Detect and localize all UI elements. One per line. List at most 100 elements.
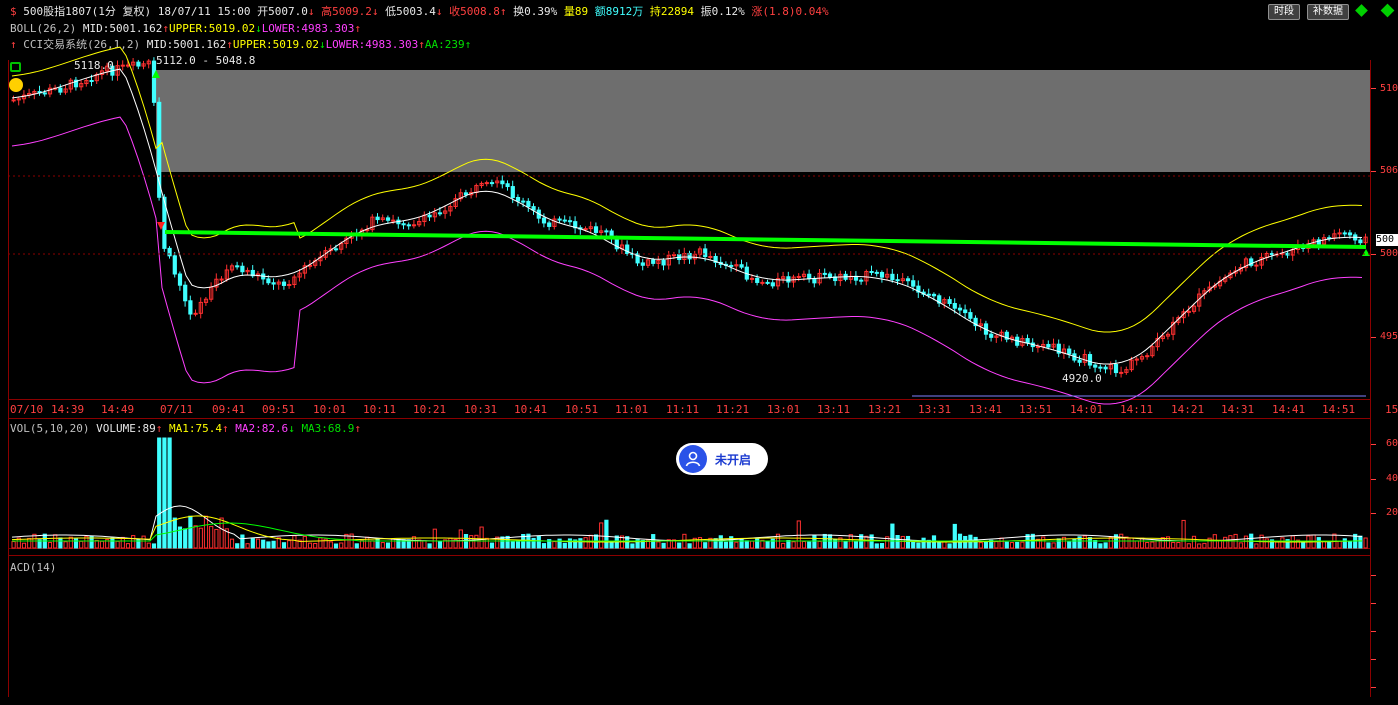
volume-bar (11, 541, 16, 549)
price-tick (1371, 171, 1376, 172)
candle (1035, 346, 1041, 349)
candle (281, 281, 287, 286)
candle (963, 309, 968, 314)
volume-ma1: MA1:75.4 (168, 422, 222, 435)
volume-bar (1134, 540, 1139, 549)
volume-bar (339, 542, 344, 549)
candle (1358, 239, 1363, 244)
volume-bar (895, 535, 900, 549)
candle (177, 273, 183, 286)
candle (1077, 359, 1082, 363)
current-price-marker: 500 (1376, 234, 1398, 246)
candle (926, 293, 931, 296)
volume-bar (47, 541, 53, 549)
volume-bar (1191, 535, 1197, 549)
candle (760, 281, 765, 284)
volume-bar (916, 542, 921, 549)
volume-bar (796, 520, 801, 549)
volume-bar (292, 535, 297, 549)
volume-bar (1228, 535, 1233, 549)
volume-bar (1347, 540, 1353, 549)
price-tick (1371, 254, 1376, 255)
candle (1103, 366, 1108, 370)
volume-bar (952, 523, 957, 549)
volume-bar (500, 536, 505, 549)
candle (1046, 343, 1051, 348)
volume-bar (1103, 542, 1108, 549)
time-label: 14:31 (1221, 403, 1255, 416)
volume-axis-label: 40 (1386, 473, 1398, 484)
volume-bar (328, 541, 333, 549)
candle (890, 273, 895, 281)
volume-bar (781, 542, 786, 549)
volume-bar (229, 538, 235, 549)
candle (125, 64, 131, 67)
candle (526, 200, 531, 208)
candle (1025, 338, 1030, 344)
volume-bar (557, 538, 562, 549)
volume-bar (1041, 536, 1046, 549)
candle (167, 247, 172, 257)
volume-bar (479, 526, 484, 549)
volume-bar (484, 537, 489, 549)
volume-bar (1327, 540, 1332, 549)
candle (521, 200, 526, 203)
volume-bar (973, 536, 978, 549)
candle (411, 224, 417, 227)
volume-bar (1087, 537, 1093, 549)
volume-bar (1363, 537, 1368, 549)
volume-bar (1301, 541, 1306, 549)
candle (703, 248, 708, 258)
volume-bar (94, 539, 99, 549)
volume-bar (937, 541, 942, 549)
volume-current: VOLUME:89 (96, 422, 156, 435)
candlestick-chart[interactable] (0, 0, 1398, 705)
candle (484, 182, 489, 185)
volume-bar (250, 538, 255, 549)
volume-bar (1223, 536, 1228, 549)
volume-bar (162, 437, 167, 549)
service-status-badge[interactable]: 未开启 (676, 443, 768, 475)
volume-bar (1264, 538, 1269, 549)
volume-bar (812, 535, 817, 549)
range-label: 5112.0 - 5048.8 (156, 54, 256, 67)
candle (770, 282, 775, 287)
volume-bar (749, 540, 755, 549)
time-label: 14:01 (1070, 403, 1104, 416)
candle (739, 264, 744, 268)
acd-tick (1371, 687, 1376, 688)
volume-bar (307, 542, 313, 549)
volume-bar (1124, 536, 1129, 549)
volume-bar (1238, 542, 1243, 549)
volume-bar (1098, 543, 1103, 549)
candle (749, 277, 755, 280)
volume-bar (385, 542, 391, 549)
candle (1093, 364, 1098, 368)
volume-bar (120, 536, 125, 549)
candle (240, 265, 245, 273)
candle (593, 226, 599, 233)
candle (895, 279, 900, 282)
candle (1087, 354, 1093, 366)
volume-bar (874, 543, 879, 549)
volume-bar (1171, 541, 1176, 549)
volume-bar (271, 540, 276, 549)
volume-bar (432, 528, 437, 549)
volume-bar (1176, 542, 1181, 549)
volume-bar (1186, 543, 1191, 549)
candle (375, 216, 380, 221)
candle (172, 255, 177, 275)
volume-bar (703, 542, 708, 549)
time-label: 07/11 (160, 403, 194, 416)
volume-bar (333, 543, 339, 549)
candle (671, 254, 677, 257)
candle (401, 223, 406, 226)
service-status-text: 未开启 (715, 452, 752, 467)
volume-bar (489, 542, 495, 549)
volume-bar (63, 541, 68, 549)
volume-bar (994, 541, 999, 549)
volume-bar (1082, 535, 1087, 549)
candle (557, 218, 562, 221)
volume-bar (188, 515, 193, 549)
candle (235, 265, 240, 268)
